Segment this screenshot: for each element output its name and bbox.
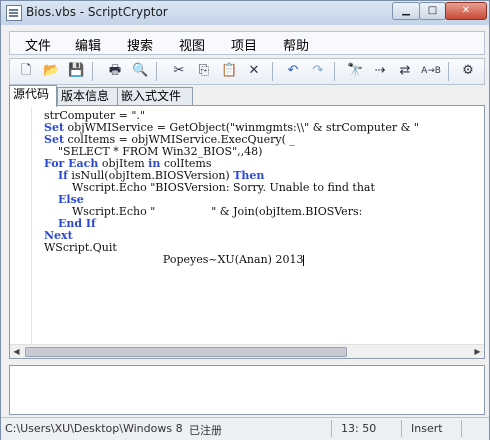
menu-file[interactable]: 文件	[25, 35, 51, 54]
toolbar: 🗋 📂 💾 🖶 🔍 ✂ ⎘ 📋 ✕ ↶ ↷ 🔭 ⇢ ⇄ A→B ⚙	[9, 58, 485, 85]
code-editor[interactable]: strComputer = "." Set objWMIService = Get…	[9, 105, 485, 359]
status-mode: Insert	[411, 422, 443, 435]
menu-view[interactable]: 视图	[179, 35, 205, 54]
output-pane[interactable]	[9, 365, 485, 415]
replace-icon[interactable]: ⇄	[397, 63, 413, 79]
build-icon[interactable]: ⚙	[460, 63, 476, 79]
menu-help[interactable]: 帮助	[283, 35, 309, 54]
new-file-icon[interactable]: 🗋	[18, 63, 34, 79]
paste-icon[interactable]: 📋	[221, 63, 237, 79]
code-line[interactable]: Wscript.Echo " " & Join(objItem.BIOSVers…	[44, 206, 474, 218]
maximize-button[interactable]: □	[419, 2, 446, 20]
toolbar-separator	[334, 62, 335, 81]
line-gutter	[10, 106, 32, 346]
save-icon[interactable]: 💾	[68, 63, 84, 79]
status-registered: 已注册	[189, 424, 222, 437]
toolbar-separator	[448, 62, 449, 81]
app-window: Bios.vbs - ScriptCryptor ▁ □ ✕ 文件 编辑 搜索 …	[0, 0, 490, 440]
app-icon	[6, 5, 22, 21]
status-path: C:\Users\XU\Desktop\Windows 8 Acti	[5, 422, 185, 435]
code-line[interactable]: Wscript.Echo "BIOSVersion: Sorry. Unable…	[44, 182, 474, 194]
minimize-button[interactable]: ▁	[392, 2, 420, 20]
toolbar-separator	[156, 62, 157, 81]
toolbar-separator	[92, 62, 93, 81]
code-line[interactable]: End If	[44, 218, 474, 230]
status-separator	[331, 420, 332, 437]
scroll-thumb[interactable]	[25, 347, 347, 357]
menu-project[interactable]: 项目	[231, 35, 257, 54]
close-button[interactable]: ✕	[445, 2, 487, 20]
code-token: Wscript.Echo "BIOSVersion: Sorry. Unable…	[44, 181, 375, 194]
horizontal-scrollbar[interactable]: ◀ ▶	[10, 344, 484, 358]
tab-source-code[interactable]: 源代码	[9, 85, 57, 107]
tab-embedded-files[interactable]: 嵌入式文件	[117, 87, 193, 105]
undo-icon[interactable]: ↶	[285, 63, 301, 79]
code-text[interactable]: strComputer = "." Set objWMIService = Get…	[44, 110, 474, 342]
menu-search[interactable]: 搜索	[127, 35, 153, 54]
toolbar-separator	[272, 62, 273, 81]
code-token: Popeyes~XU(Anan) 2013	[44, 253, 304, 266]
print-icon[interactable]: 🖶	[107, 63, 123, 79]
status-cursor-position: 13: 50	[341, 422, 377, 435]
menu-edit[interactable]: 编辑	[75, 35, 101, 54]
print-preview-icon[interactable]: 🔍	[132, 63, 148, 79]
code-line[interactable]: Popeyes~XU(Anan) 2013	[44, 254, 474, 266]
tab-version-info[interactable]: 版本信息	[57, 87, 121, 105]
text-caret	[303, 254, 305, 266]
delete-icon[interactable]: ✕	[246, 63, 262, 79]
status-separator	[401, 420, 402, 437]
scroll-left-icon[interactable]: ◀	[10, 345, 23, 358]
scroll-right-icon[interactable]: ▶	[471, 345, 484, 358]
find-next-icon[interactable]: ⇢	[372, 63, 388, 79]
status-bar: C:\Users\XU\Desktop\Windows 8 Acti 已注册 1…	[1, 417, 489, 440]
title-bar[interactable]: Bios.vbs - ScriptCryptor ▁ □ ✕	[1, 1, 489, 25]
redo-icon[interactable]: ↷	[310, 63, 326, 79]
status-separator	[461, 420, 462, 437]
cut-icon[interactable]: ✂	[171, 63, 187, 79]
copy-icon[interactable]: ⎘	[196, 63, 212, 79]
find-icon[interactable]: 🔭	[347, 63, 363, 79]
open-folder-icon[interactable]: 📂	[43, 63, 59, 79]
window-title: Bios.vbs - ScriptCryptor	[26, 5, 168, 19]
menu-bar: 文件 编辑 搜索 视图 项目 帮助	[9, 31, 485, 55]
replace-ab-icon[interactable]: A→B	[420, 63, 442, 79]
